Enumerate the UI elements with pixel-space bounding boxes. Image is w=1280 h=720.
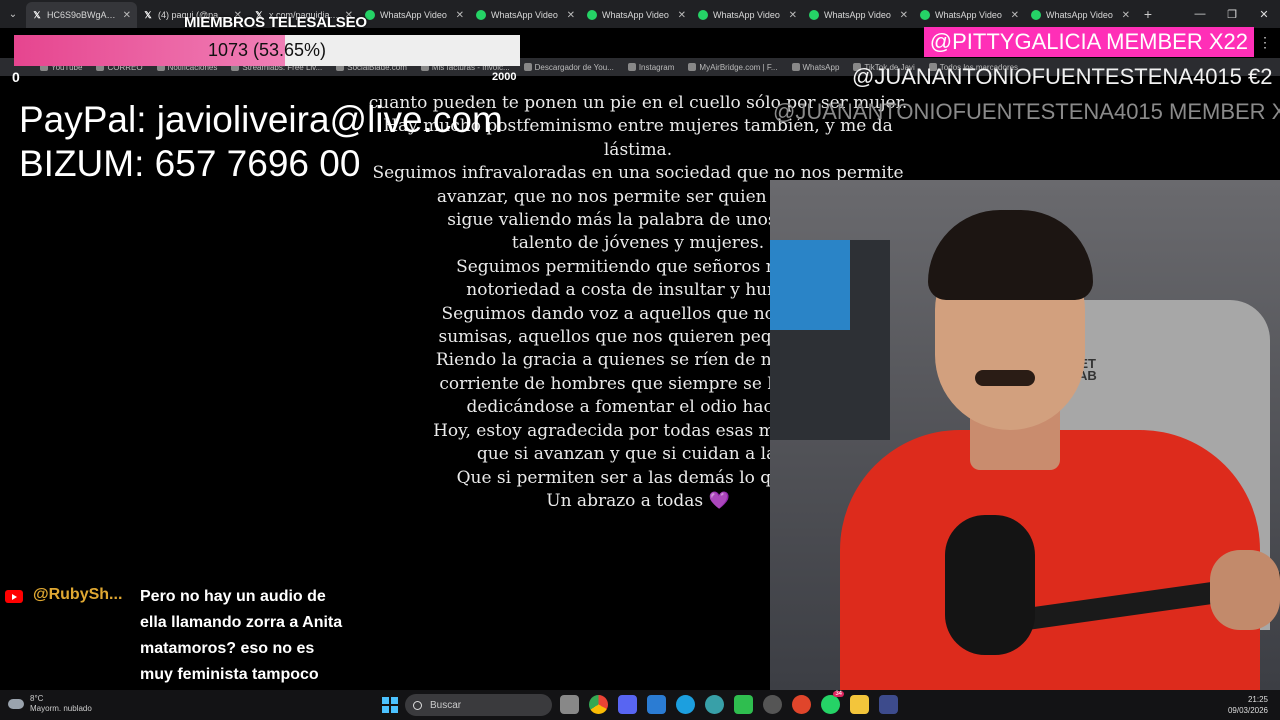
close-tab-icon[interactable]: ✕	[678, 10, 686, 21]
taskbar-apps: 34	[560, 691, 898, 714]
file-explorer-icon[interactable]	[850, 695, 869, 714]
bookmark-icon	[791, 63, 800, 71]
browser-tab[interactable]: WhatsApp Video ✕	[914, 2, 1025, 28]
whatsapp-icon	[920, 10, 930, 20]
bookmark-item[interactable]: Instagram	[627, 62, 675, 72]
chat-username: @RubySh...	[33, 586, 123, 603]
paypal-info: PayPal: javioliveira@live.com	[19, 99, 503, 140]
weather-temp: 8°C	[30, 694, 44, 703]
members-goal-title: MIEMBROS TELESALSEO	[184, 14, 367, 31]
tab-title: WhatsApp Video	[935, 10, 1002, 20]
edge-icon[interactable]	[676, 695, 695, 714]
tab-title: WhatsApp Video	[713, 10, 780, 20]
whatsapp-icon	[809, 10, 819, 20]
whatsapp-icon	[476, 10, 486, 20]
outlook-icon[interactable]	[647, 695, 666, 714]
taskbar-search[interactable]: Buscar	[405, 694, 552, 716]
webcam-feed: RETLAB	[770, 180, 1280, 690]
tab-title: WhatsApp Video	[824, 10, 891, 20]
clock-date: 09/03/2026	[1227, 706, 1268, 715]
tab-title: WhatsApp Video	[380, 10, 447, 20]
whatsapp-icon	[1031, 10, 1041, 20]
bizum-info: BIZUM: 657 7696 00	[19, 143, 361, 184]
member-alert-badge: @PITTYGALICIA MEMBER X22	[923, 27, 1254, 57]
stream-screen: ⌄ 𝕏HC6S9oBWgAEJC...✕𝕏(4) paqui (@paqu...…	[0, 0, 1280, 720]
browser-tab[interactable]: WhatsApp Video ✕	[470, 2, 581, 28]
cloud-icon	[8, 699, 24, 709]
close-tab-icon[interactable]: ✕	[1011, 10, 1019, 21]
x-logo-icon: 𝕏	[33, 9, 41, 20]
new-tab-button[interactable]: +	[1136, 6, 1160, 22]
chat-message: Pero no hay un audio de ella llamando zo…	[140, 588, 343, 683]
tab-title: WhatsApp Video	[491, 10, 558, 20]
x-logo-icon: 𝕏	[144, 9, 152, 20]
globe-icon[interactable]	[705, 695, 724, 714]
weather-widget[interactable]: 8°C Mayorm. nublado	[8, 694, 92, 714]
windows-start-icon[interactable]	[382, 697, 398, 713]
close-tab-icon[interactable]: ✕	[456, 10, 464, 21]
youtube-icon	[5, 590, 23, 603]
search-icon	[413, 700, 422, 710]
discord-icon[interactable]	[618, 695, 637, 714]
streamer-mustache	[975, 370, 1035, 386]
bookmark-icon	[523, 63, 532, 71]
media-app-icon[interactable]	[792, 695, 811, 714]
whatsapp-icon	[698, 10, 708, 20]
bookmark-item[interactable]: WhatsApp	[791, 62, 840, 72]
close-tab-icon[interactable]: ✕	[900, 10, 908, 21]
microphone	[945, 515, 1035, 655]
tab-search-icon[interactable]: ⌄	[0, 0, 26, 28]
member-alert-line: @JUANANTONIOFUENTESTENA4015 MEMBER X48	[773, 99, 1280, 124]
browser-tab[interactable]: WhatsApp Video ✕	[692, 2, 803, 28]
whatsapp-badge: 34	[833, 691, 844, 697]
bookmark-label: MyAirBridge.com | F...	[699, 62, 778, 72]
search-placeholder: Buscar	[430, 699, 462, 711]
task-view-icon[interactable]	[560, 695, 579, 714]
bookmark-item[interactable]: Descargador de You...	[523, 62, 614, 72]
close-tab-icon[interactable]: ✕	[567, 10, 575, 21]
bookmark-icon	[627, 63, 636, 71]
close-tab-icon[interactable]: ✕	[1122, 10, 1130, 21]
streamer-hand	[1210, 550, 1280, 630]
minimize-icon[interactable]: —	[1184, 0, 1216, 28]
tab-title: WhatsApp Video	[602, 10, 669, 20]
browser-tab[interactable]: WhatsApp Video ✕	[1025, 2, 1136, 28]
bookmark-icon	[688, 63, 697, 71]
members-goal-label: 1073 (53.65%)	[207, 40, 327, 60]
browser-tab[interactable]: WhatsApp Video ✕	[803, 2, 914, 28]
donation-alert: @JUANANTONIOFUENTESTENA4015 €2	[852, 64, 1273, 89]
browser-tab[interactable]: 𝕏 HC6S9oBWgAEJC... ✕	[26, 2, 137, 28]
maximize-icon[interactable]: ❐	[1216, 0, 1248, 28]
close-tab-icon[interactable]: ✕	[123, 10, 131, 21]
chrome-icon[interactable]	[589, 695, 608, 714]
weather-desc: Mayorm. nublado	[30, 704, 92, 713]
bookmark-label: Descargador de You...	[534, 62, 614, 72]
close-tab-icon[interactable]: ✕	[789, 10, 797, 21]
goal-max-label: 2000	[492, 71, 517, 83]
system-clock[interactable]: 21:25 09/03/2026	[1228, 694, 1268, 716]
bookmark-label: WhatsApp	[802, 62, 840, 72]
windows-taskbar: 8°C Mayorm. nublado Buscar 34 21:25 09/0…	[0, 690, 1280, 720]
clock-time: 21:25	[1247, 695, 1268, 704]
steam-icon[interactable]	[763, 695, 782, 714]
background-monitor	[770, 240, 850, 330]
snipping-tool-icon[interactable]	[879, 695, 898, 714]
browser-tab[interactable]: WhatsApp Video ✕	[359, 2, 470, 28]
whatsapp-icon[interactable]: 34	[821, 691, 844, 714]
close-window-icon[interactable]: ✕	[1248, 0, 1280, 28]
bookmark-item[interactable]: MyAirBridge.com | F...	[688, 62, 778, 72]
window-controls: — ❐ ✕	[1184, 0, 1280, 28]
whatsapp-icon	[587, 10, 597, 20]
bookmark-label: Instagram	[638, 62, 675, 72]
members-goal-bar: 1073 (53.65%)	[14, 35, 520, 66]
spreadsheet-icon[interactable]	[734, 695, 753, 714]
goal-min-label: 0	[12, 69, 20, 85]
tab-title: WhatsApp Video	[1046, 10, 1113, 20]
tab-title: HC6S9oBWgAEJC...	[47, 10, 118, 20]
story-line: lástima.	[603, 139, 673, 160]
browser-tab[interactable]: WhatsApp Video ✕	[581, 2, 692, 28]
more-options-icon[interactable]: ⋮	[1258, 34, 1272, 51]
